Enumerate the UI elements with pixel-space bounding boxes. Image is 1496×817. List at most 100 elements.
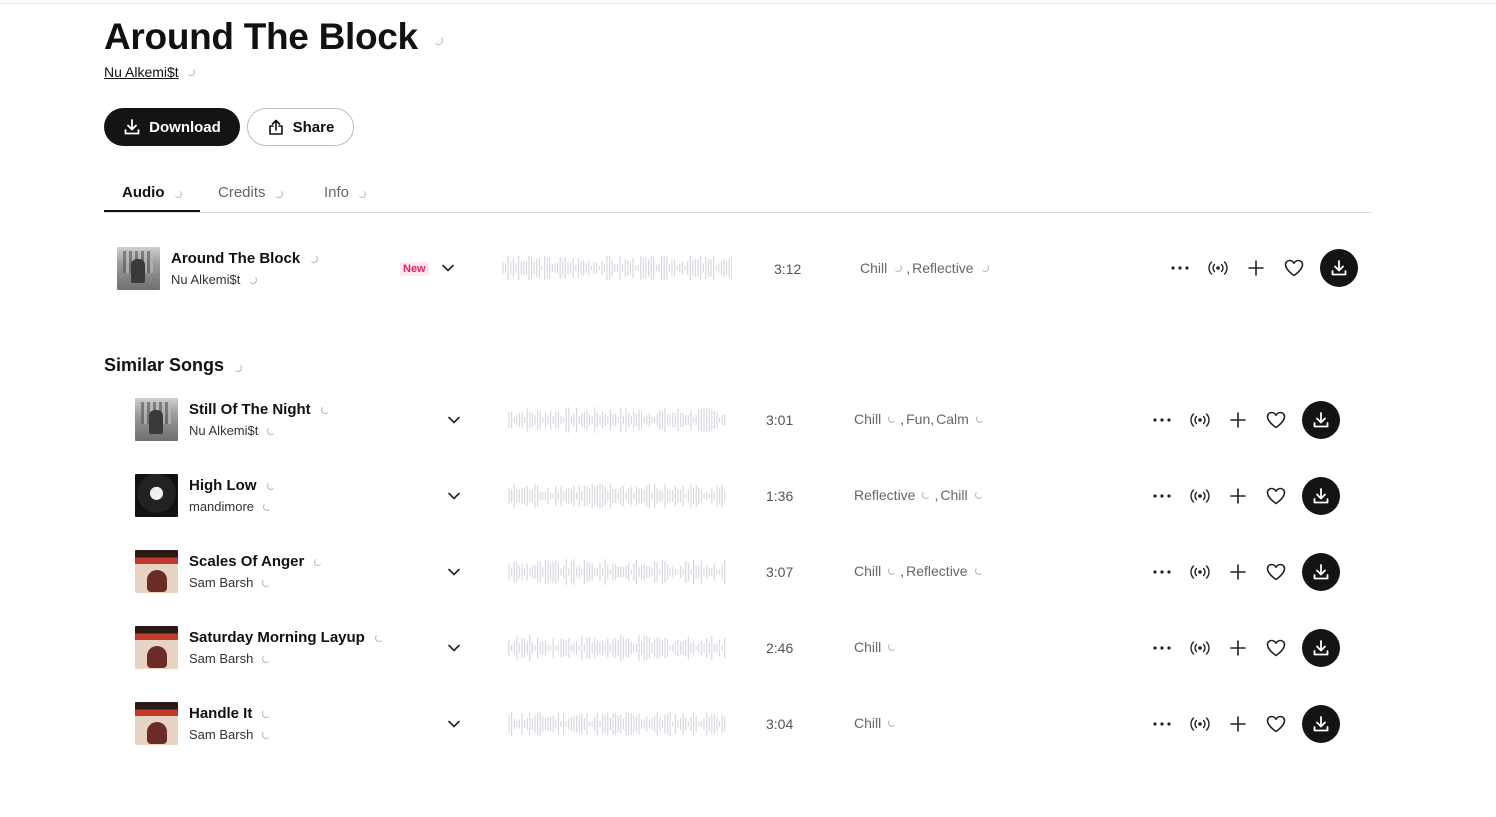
download-track-button[interactable] (1302, 401, 1340, 439)
track-row[interactable]: Still Of The Night Nu Alkemi$t 3:01 Chil… (0, 398, 1496, 442)
more-options-icon[interactable] (1150, 484, 1174, 508)
more-options-icon[interactable] (1168, 256, 1192, 280)
track-row[interactable]: Scales Of Anger Sam Barsh 3:07 Chill, Ref… (0, 550, 1496, 594)
add-icon[interactable] (1226, 636, 1250, 660)
track-artist[interactable]: Nu Alkemi$t (189, 423, 276, 438)
add-icon[interactable] (1226, 484, 1250, 508)
add-icon[interactable] (1226, 408, 1250, 432)
more-options-icon[interactable] (1150, 636, 1174, 660)
download-track-button[interactable] (1302, 553, 1340, 591)
waveform[interactable] (508, 557, 726, 587)
tag[interactable]: Reflective (912, 260, 973, 276)
waveform[interactable] (508, 633, 726, 663)
page-title: Around The Block (104, 16, 443, 58)
track-title[interactable]: Saturday Morning Layup (189, 629, 383, 646)
download-track-button[interactable] (1302, 629, 1340, 667)
tag[interactable]: Chill (854, 715, 881, 731)
tag[interactable]: Chill (854, 639, 881, 655)
piano-icon[interactable] (135, 550, 178, 593)
radio-icon[interactable] (1188, 636, 1212, 660)
more-options-icon[interactable] (1150, 408, 1174, 432)
track-title[interactable]: Handle It (189, 705, 271, 722)
radio-icon[interactable] (1188, 712, 1212, 736)
track-artist-text[interactable]: Sam Barsh (189, 727, 253, 742)
track-title[interactable]: Scales Of Anger (189, 553, 323, 570)
tag[interactable]: Calm (936, 411, 969, 427)
artist-link-text[interactable]: Nu Alkemi$t (104, 64, 179, 80)
main-track-row[interactable]: Around The Block Nu Alkemi$t New 3:12 Ch… (0, 246, 1496, 290)
tag[interactable]: Chill (854, 563, 881, 579)
add-icon[interactable] (1244, 256, 1268, 280)
piano-icon[interactable] (135, 702, 178, 745)
track-title[interactable]: High Low (189, 477, 275, 494)
track-artist[interactable]: Sam Barsh (189, 727, 271, 742)
track-title-text[interactable]: Saturday Morning Layup (189, 629, 365, 646)
radio-icon[interactable] (1206, 256, 1230, 280)
track-row[interactable]: Saturday Morning Layup Sam Barsh 2:46 Ch… (0, 626, 1496, 670)
track-artist[interactable]: Nu Alkemi$t (171, 272, 258, 287)
track-artist-text[interactable]: Nu Alkemi$t (171, 272, 240, 287)
street-icon[interactable] (117, 247, 160, 290)
share-button[interactable]: Share (247, 108, 354, 146)
track-artist[interactable]: Sam Barsh (189, 575, 271, 590)
heart-icon[interactable] (1282, 256, 1306, 280)
track-title[interactable]: Still Of The Night (189, 401, 329, 418)
more-options-icon[interactable] (1150, 712, 1174, 736)
tag[interactable]: Reflective (854, 487, 915, 503)
heart-icon[interactable] (1264, 712, 1288, 736)
tag[interactable]: Chill (940, 487, 967, 503)
download-button[interactable]: Download (104, 108, 240, 146)
track-row[interactable]: High Low mandimore 1:36 Reflective, Chill (0, 474, 1496, 518)
track-artist-text[interactable]: Nu Alkemi$t (189, 423, 258, 438)
download-track-button[interactable] (1302, 705, 1340, 743)
piano-icon[interactable] (135, 626, 178, 669)
track-artist-text[interactable]: mandimore (189, 499, 254, 514)
track-title[interactable]: Around The Block (171, 250, 319, 267)
tag[interactable]: Chill (854, 411, 881, 427)
track-artist[interactable]: mandimore (189, 499, 272, 514)
track-title-text[interactable]: Around The Block (171, 250, 300, 267)
waveform[interactable] (502, 253, 732, 283)
heart-icon[interactable] (1264, 408, 1288, 432)
download-button-label: Download (149, 118, 221, 136)
add-icon[interactable] (1226, 712, 1250, 736)
radio-icon[interactable] (1188, 484, 1212, 508)
track-artist[interactable]: Sam Barsh (189, 651, 271, 666)
track-row[interactable]: Handle It Sam Barsh 3:04 Chill (0, 702, 1496, 746)
heart-icon[interactable] (1264, 484, 1288, 508)
radio-icon[interactable] (1188, 560, 1212, 584)
duration: 3:01 (766, 412, 794, 428)
waveform[interactable] (508, 405, 726, 435)
tab-info[interactable]: Info (324, 178, 367, 212)
tag[interactable]: Fun (906, 411, 930, 427)
tab-audio[interactable]: Audio (104, 178, 200, 212)
portrait-icon[interactable] (135, 474, 178, 517)
chevron-down-icon[interactable] (447, 413, 461, 427)
track-title-text[interactable]: Handle It (189, 705, 252, 722)
heart-icon[interactable] (1264, 560, 1288, 584)
chevron-down-icon[interactable] (447, 717, 461, 731)
tag[interactable]: Chill (860, 260, 887, 276)
more-options-icon[interactable] (1150, 560, 1174, 584)
chevron-down-icon[interactable] (447, 641, 461, 655)
chevron-down-icon[interactable] (447, 489, 461, 503)
download-track-button[interactable] (1302, 477, 1340, 515)
add-icon[interactable] (1226, 560, 1250, 584)
chevron-down-icon[interactable] (447, 565, 461, 579)
street-icon[interactable] (135, 398, 178, 441)
waveform[interactable] (508, 481, 726, 511)
download-track-button[interactable] (1320, 249, 1358, 287)
track-artist-text[interactable]: Sam Barsh (189, 575, 253, 590)
radio-icon[interactable] (1188, 408, 1212, 432)
track-title-text[interactable]: High Low (189, 477, 257, 494)
tag[interactable]: Reflective (906, 563, 967, 579)
waveform[interactable] (508, 709, 726, 739)
share-button-label: Share (292, 118, 335, 136)
artist-link[interactable]: Nu Alkemi$t (104, 64, 195, 80)
track-title-text[interactable]: Scales Of Anger (189, 553, 304, 570)
track-title-text[interactable]: Still Of The Night (189, 401, 311, 418)
chevron-down-icon[interactable] (441, 261, 455, 275)
track-artist-text[interactable]: Sam Barsh (189, 651, 253, 666)
tab-credits[interactable]: Credits (218, 178, 283, 212)
heart-icon[interactable] (1264, 636, 1288, 660)
